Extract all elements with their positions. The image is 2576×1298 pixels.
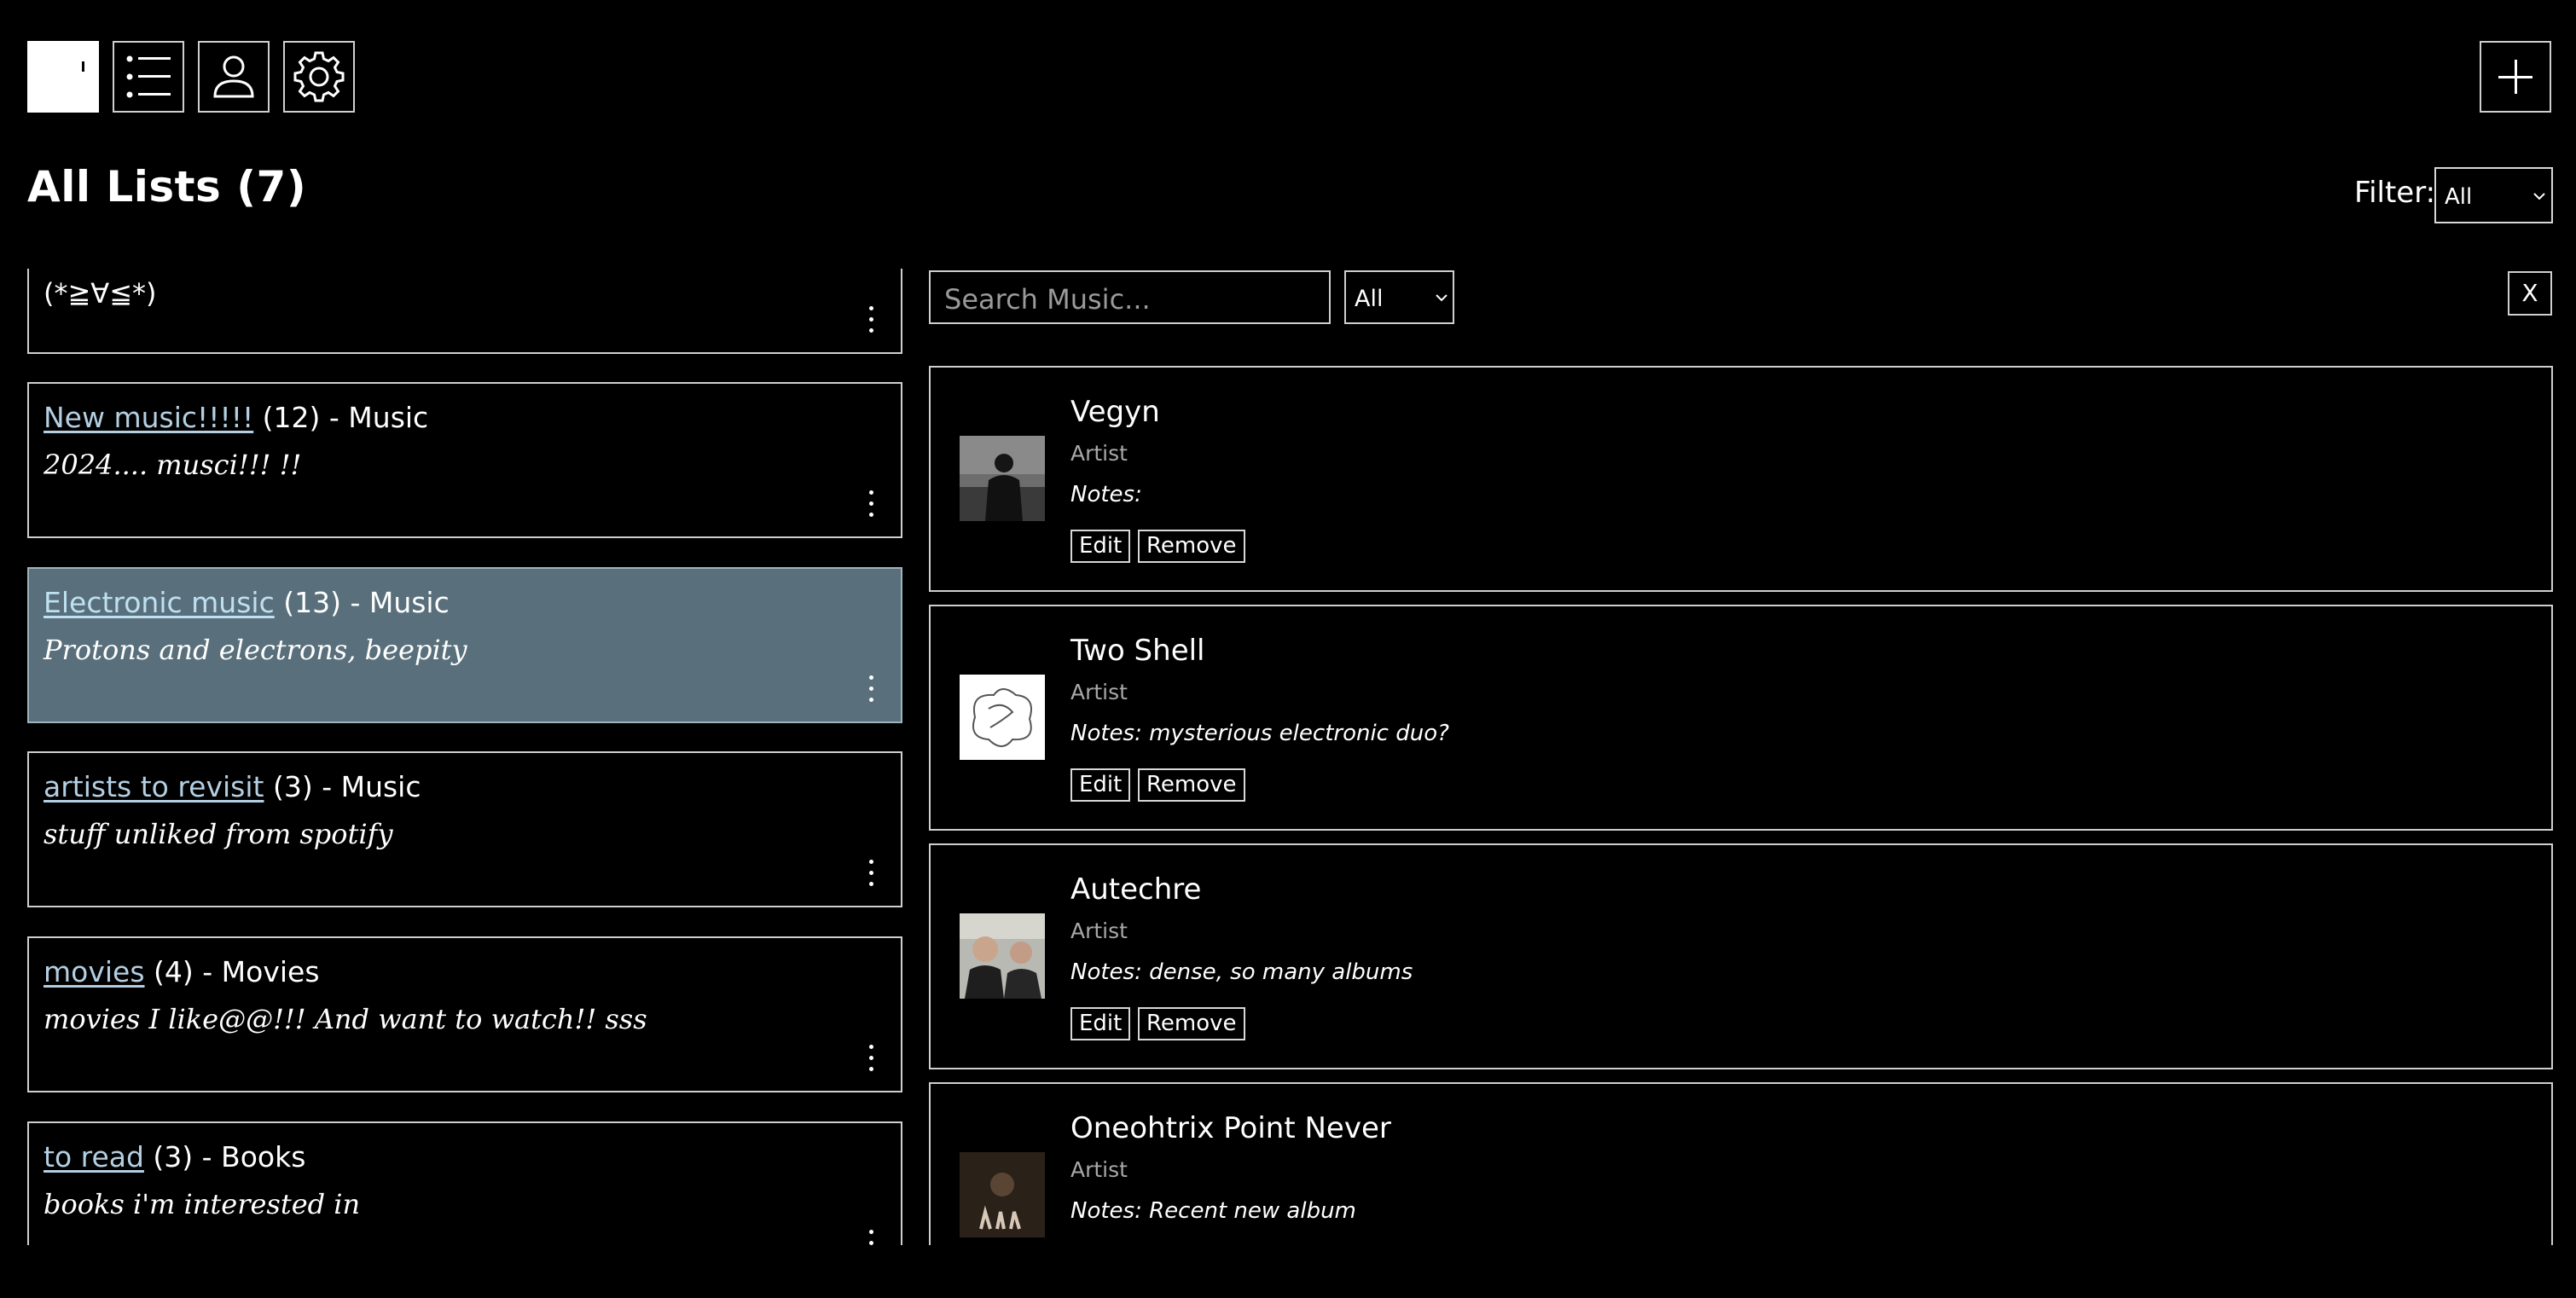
list-meta: (12) - Music bbox=[253, 401, 429, 434]
list-header: New music!!!!! (12) - Music bbox=[44, 401, 428, 434]
item-notes: Notes: mysterious electronic duo? bbox=[1070, 721, 1449, 746]
list-name-link[interactable]: artists to revisit bbox=[44, 770, 264, 803]
item-type: Artist bbox=[1070, 1157, 1128, 1182]
more-options-icon[interactable] bbox=[865, 1228, 877, 1245]
list-card-selected[interactable]: Electronic music (13) - Music Protons an… bbox=[27, 567, 902, 723]
more-options-icon[interactable] bbox=[865, 489, 877, 519]
item-name: Two Shell bbox=[1070, 634, 1205, 668]
list-name-link[interactable]: New music!!!!! bbox=[44, 401, 253, 434]
list-card[interactable]: movies (4) - Movies movies I like@@!!! A… bbox=[27, 936, 902, 1092]
list-header: artists to revisit (3) - Music bbox=[44, 770, 421, 803]
item-notes: Notes: dense, so many albums bbox=[1070, 959, 1413, 985]
list-meta: (3) - Music bbox=[264, 770, 421, 803]
list-description: 2024.... musci!!! !! bbox=[44, 449, 302, 481]
item-notes: Notes: bbox=[1070, 482, 1142, 507]
item-type: Artist bbox=[1070, 680, 1128, 704]
list-meta: (3) - Books bbox=[143, 1140, 306, 1173]
list-card[interactable]: New music!!!!! (12) - Music 2024.... mus… bbox=[27, 382, 902, 538]
list-icon bbox=[126, 55, 171, 98]
list-header: Electronic music (13) - Music bbox=[44, 586, 450, 619]
more-options-icon[interactable] bbox=[865, 858, 877, 889]
music-item: Autechre Artist Notes: dense, so many al… bbox=[929, 843, 2553, 1069]
artist-thumbnail bbox=[960, 1152, 1045, 1237]
lists-panel: (*≧∀≦*) New music!!!!! (12) - Music 2024… bbox=[26, 269, 904, 1245]
list-name-link[interactable]: to read bbox=[44, 1140, 144, 1173]
list-card[interactable]: (*≧∀≦*) bbox=[27, 269, 902, 354]
list-card[interactable]: artists to revisit (3) - Music stuff unl… bbox=[27, 751, 902, 907]
list-header: to read (3) - Books bbox=[44, 1140, 305, 1173]
filter-select-value: All bbox=[2445, 184, 2473, 210]
plus-icon bbox=[2498, 60, 2532, 94]
filter-select[interactable]: All bbox=[2434, 167, 2553, 223]
artist-thumbnail bbox=[960, 675, 1045, 760]
chevron-down-icon bbox=[1436, 294, 1448, 302]
list-description: books i'm interested in bbox=[44, 1188, 361, 1220]
item-notes: Notes: Recent new album bbox=[1070, 1198, 1356, 1224]
artist-thumbnail bbox=[960, 436, 1045, 521]
list-description: movies I like@@!!! And want to watch!! s… bbox=[44, 1003, 647, 1035]
more-options-icon[interactable] bbox=[865, 304, 877, 335]
search-input[interactable]: Search Music... bbox=[929, 270, 1331, 324]
list-description: stuff unliked from spotify bbox=[44, 818, 393, 850]
remove-button[interactable]: Remove bbox=[1138, 1007, 1245, 1040]
list-name-link[interactable]: Electronic music bbox=[44, 586, 275, 619]
chevron-down-icon bbox=[2533, 193, 2545, 200]
music-item: Oneohtrix Point Never Artist Notes: Rece… bbox=[929, 1082, 2553, 1245]
list-description: Protons and electrons, beepity bbox=[44, 634, 467, 666]
profile-button[interactable] bbox=[198, 41, 270, 113]
music-item: Vegyn Artist Notes: Edit Remove bbox=[929, 366, 2553, 592]
page-title: All Lists (7) bbox=[27, 162, 307, 212]
list-meta: (13) - Music bbox=[274, 586, 450, 619]
close-button[interactable]: X bbox=[2508, 271, 2552, 316]
type-select-value: All bbox=[1355, 286, 1384, 312]
lists-button[interactable] bbox=[113, 41, 184, 113]
item-type: Artist bbox=[1070, 441, 1128, 466]
settings-button[interactable] bbox=[283, 41, 355, 113]
type-select[interactable]: All bbox=[1344, 270, 1454, 324]
edit-button[interactable]: Edit bbox=[1070, 530, 1131, 563]
remove-button[interactable]: Remove bbox=[1138, 530, 1245, 563]
music-items-panel: Vegyn Artist Notes: Edit Remove Two Shel… bbox=[928, 362, 2554, 1245]
blank-icon bbox=[82, 61, 84, 72]
more-options-icon[interactable] bbox=[865, 674, 877, 704]
list-description: (*≧∀≦*) bbox=[44, 277, 157, 310]
edit-button[interactable]: Edit bbox=[1070, 768, 1131, 802]
artist-thumbnail bbox=[960, 913, 1045, 999]
item-name: Autechre bbox=[1070, 872, 1202, 907]
music-item: Two Shell Artist Notes: mysterious elect… bbox=[929, 605, 2553, 831]
item-type: Artist bbox=[1070, 918, 1128, 943]
gear-icon bbox=[293, 51, 345, 102]
remove-button[interactable]: Remove bbox=[1138, 768, 1245, 802]
list-header: movies (4) - Movies bbox=[44, 955, 320, 988]
more-options-icon[interactable] bbox=[865, 1043, 877, 1074]
list-meta: (4) - Movies bbox=[144, 955, 320, 988]
item-name: Vegyn bbox=[1070, 395, 1160, 429]
list-card[interactable]: to read (3) - Books books i'm interested… bbox=[27, 1121, 902, 1245]
item-name: Oneohtrix Point Never bbox=[1070, 1111, 1391, 1145]
home-button[interactable] bbox=[27, 41, 99, 113]
add-list-button[interactable] bbox=[2480, 41, 2551, 113]
filter-label: Filter: bbox=[2354, 176, 2436, 210]
edit-button[interactable]: Edit bbox=[1070, 1007, 1131, 1040]
list-name-link[interactable]: movies bbox=[44, 955, 145, 988]
user-icon bbox=[213, 55, 254, 98]
